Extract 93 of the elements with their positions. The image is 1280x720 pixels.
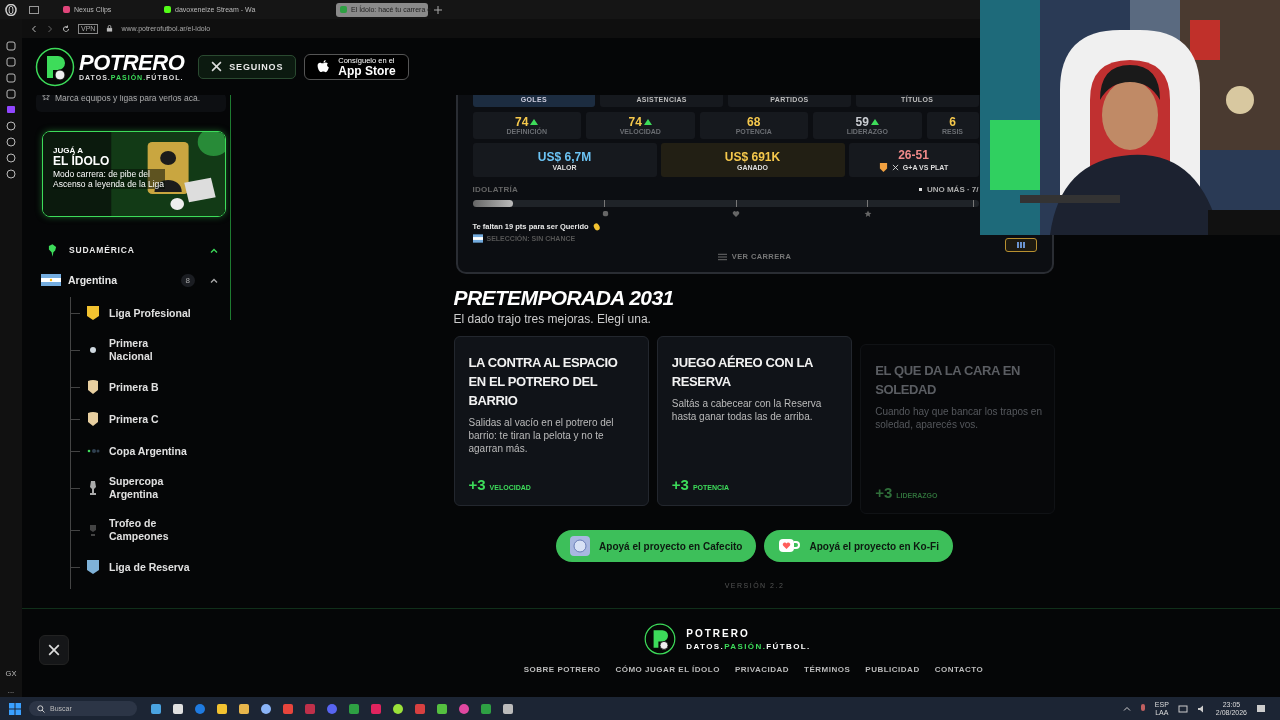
footer-link[interactable]: CONTACTO — [934, 665, 984, 674]
upgrade-text: Saltás a cabecear con la Reserva hasta ganar todas las de arriba. — [671, 397, 823, 423]
section-subtitle: El dado trajo tres mejoras. Elegí una. — [453, 312, 652, 326]
mug-heart-icon — [778, 537, 801, 555]
x-logo-icon — [211, 61, 223, 72]
league-item[interactable]: Copa Argentina — [109, 444, 187, 458]
taskbar-app-icon[interactable] — [392, 702, 404, 715]
league-item[interactable]: Liga de Reserva — [109, 560, 190, 574]
taskbar-app-icon[interactable] — [260, 702, 272, 715]
search-icon — [37, 704, 45, 713]
footer-link[interactable]: SOBRE POTRERO — [523, 665, 601, 674]
country-item[interactable]: Argentina 8 — [41, 273, 226, 287]
promo-title: EL ÍDOLO — [53, 155, 111, 167]
promo-text: Modo carrera: de pibe del Ascenso a leyenda de la Liga — [53, 169, 165, 189]
idolatry-label: IDOLATRÍA — [472, 185, 519, 194]
upgrade-text: Salidas al vacío en el potrero del barrio: te tiran la pelota y no te agarran más. — [468, 416, 615, 455]
upgrade-text: Cuando hay que bancar los trapos en soledad, aparecés vos. — [875, 405, 1043, 431]
stat-value: 74 — [515, 116, 539, 128]
taskbar-app-icon[interactable] — [502, 702, 514, 715]
stats-button[interactable] — [1004, 238, 1037, 252]
reload-icon[interactable] — [62, 24, 70, 33]
league-item[interactable]: Trofeo de Campeones — [109, 517, 189, 543]
taskbar-app-icon[interactable] — [172, 702, 184, 715]
flag-icon — [41, 274, 61, 286]
taskbar-app-icon[interactable] — [216, 702, 228, 715]
microphone-icon[interactable] — [1139, 703, 1146, 714]
bonus-value: +3 — [468, 476, 486, 493]
footer-tagline: DATOS.PASIÓN.FÚTBOL. — [686, 641, 811, 651]
start-icon[interactable] — [9, 702, 21, 715]
upgrade-title: EL QUE DA LA CARA EN SOLEDAD — [875, 362, 1022, 399]
network-icon[interactable] — [1177, 703, 1188, 714]
footer-link[interactable]: PRIVACIDAD — [734, 665, 790, 674]
promo-kicker: JUGÁ A — [53, 146, 83, 155]
upgrade-title: JUEGO AÉREO CON LA RESERVA — [671, 354, 814, 391]
shield-icon — [878, 161, 888, 173]
new-tab-icon[interactable] — [434, 5, 442, 14]
stat-value: 68 — [747, 116, 761, 128]
league-item[interactable]: Primera Nacional — [109, 337, 189, 363]
footer-link[interactable]: CÓMO JUGAR EL ÍDOLO — [615, 665, 720, 674]
stat-value: 74 — [628, 116, 652, 128]
support-button[interactable]: Apoyá el proyecto en Ko-Fi — [764, 530, 953, 562]
bonus-value: +3 — [875, 484, 893, 501]
promo-card[interactable]: JUGÁ A EL ÍDOLO Modo carrera: de pibe del Ascenso a leyenda de la Liga — [42, 131, 226, 217]
bonus-value: +3 — [671, 476, 689, 493]
follow-button[interactable]: SEGUINOS — [198, 54, 297, 79]
x-social-button[interactable] — [39, 635, 69, 665]
footer-link[interactable]: TÉRMINOS — [804, 665, 851, 674]
league-item[interactable]: Supercopa Argentina — [109, 475, 189, 501]
list-icon — [717, 252, 727, 261]
tab-menu-icon[interactable] — [29, 5, 39, 14]
footer-brand: POTRERO — [686, 627, 751, 639]
support-button[interactable]: Apoyá el proyecto en Cafecito — [556, 530, 757, 562]
idolatry-status: UNO MÁS · 7/ — [918, 185, 979, 194]
crest-icon — [86, 559, 100, 575]
stat-value: 6 — [949, 116, 956, 128]
league-item[interactable]: Primera B — [109, 380, 159, 394]
apple-icon — [317, 59, 331, 74]
money-value: 26-51 — [898, 147, 929, 162]
flag-icon — [472, 234, 483, 243]
potrero-logo-icon[interactable] — [644, 623, 677, 655]
favorites-hint: Marcá equipos y ligas para verlos acá. — [55, 95, 201, 104]
taskbar-app-icon[interactable] — [238, 702, 250, 715]
region-item[interactable]: SUDAMÉRICA — [48, 243, 226, 257]
bars-icon — [1015, 241, 1026, 249]
chevron-up-icon[interactable] — [1122, 706, 1131, 711]
footer-link[interactable]: PUBLICIDAD — [865, 665, 920, 674]
star-icon — [42, 95, 50, 101]
chat-app-icon[interactable] — [6, 105, 16, 115]
continent-icon — [48, 243, 57, 257]
league-item[interactable]: Liga Profesional — [109, 306, 191, 320]
back-icon[interactable] — [30, 24, 38, 33]
taskbar-app-icon[interactable] — [150, 702, 162, 715]
notification-icon[interactable] — [1256, 703, 1266, 714]
upgrade-title: LA CONTRA AL ESPACIO EN EL POTRERO DEL BARRIO — [468, 354, 619, 410]
shield-icon — [86, 305, 100, 321]
money-value: US$ 6,7M — [537, 149, 592, 164]
lock-icon — [106, 25, 114, 32]
league-item[interactable]: Primera C — [109, 412, 159, 426]
section-title: PRETEMPORADA 2031 — [453, 286, 675, 310]
money-value: US$ 691K — [724, 149, 781, 164]
heart-icon — [732, 210, 741, 218]
chevron-up-icon[interactable] — [210, 247, 218, 253]
browser-logo-icon[interactable] — [5, 3, 17, 16]
taskbar-app-icon[interactable] — [436, 702, 448, 715]
badge-icon — [86, 379, 100, 395]
badge-icon — [86, 411, 100, 427]
crossed-swords-icon — [891, 163, 899, 171]
star-icon — [863, 210, 872, 218]
brand-name: POTRERO — [79, 52, 185, 74]
stat-value: 59 — [855, 116, 879, 128]
potrero-logo-icon[interactable] — [35, 46, 75, 87]
x-logo-icon — [48, 644, 60, 656]
chevron-up-icon[interactable] — [210, 277, 218, 283]
